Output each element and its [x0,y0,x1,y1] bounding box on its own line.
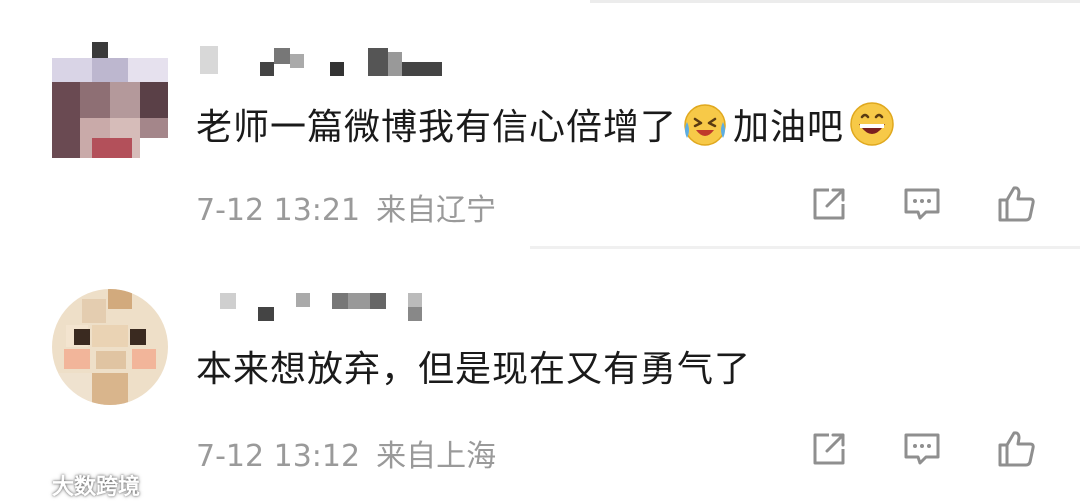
comment-item-2: 本来想放弃，但是现在又有勇气了 7-12 13:12 来自上海 [0,249,1080,504]
timestamp: 7-12 13:12 [196,439,361,474]
reply-button[interactable] [900,427,944,471]
watermark-logo-icon [8,473,44,497]
thumbs-up-icon [998,431,1035,467]
comment-icon [904,188,940,220]
share-button[interactable] [807,427,851,471]
comment-body-suffix: 加油吧 [733,107,845,148]
like-button[interactable] [994,182,1038,226]
comment-body: 老师一篇微博我有信心倍增了 [196,107,678,148]
comment-meta: 7-12 13:12 来自上海 [196,431,496,475]
username[interactable] [220,285,440,325]
share-button[interactable] [807,182,851,226]
comment-meta: 7-12 13:21 来自辽宁 [196,185,496,229]
comment-icon [904,433,940,465]
reply-button[interactable] [900,182,944,226]
comment-text: 老师一篇微博我有信心倍增了 加油吧 [196,98,900,150]
location: 来自上海 [376,439,497,474]
laughing-tears-emoji [684,104,726,146]
avatar[interactable] [52,289,168,405]
grinning-emoji [850,102,894,146]
watermark-text: 大数跨境 [52,475,141,500]
share-icon [813,433,845,465]
username[interactable] [200,34,460,76]
comment-body: 本来想放弃，但是现在又有勇气了 [196,349,752,390]
comment-item-1: 老师一篇微博我有信心倍增了 加油吧 7-12 13:21 来自辽宁 [0,0,1080,246]
comment-text: 本来想放弃，但是现在又有勇气了 [196,340,751,392]
like-button[interactable] [994,427,1038,471]
timestamp: 7-12 13:21 [196,193,361,228]
share-icon [813,188,845,220]
location: 来自辽宁 [376,193,497,228]
thumbs-up-icon [998,186,1035,222]
avatar[interactable] [52,42,168,158]
watermark: 大数跨境 [6,470,140,500]
